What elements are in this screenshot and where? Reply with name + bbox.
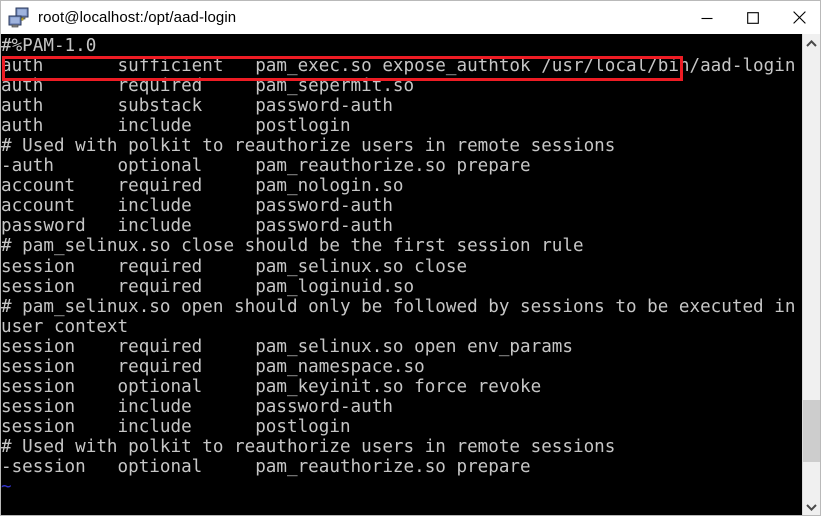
scroll-up-button[interactable] [803, 34, 820, 52]
terminal-line: session include password-auth [1, 396, 393, 417]
maximize-icon [747, 11, 759, 24]
window-title: root@localhost:/opt/aad-login [38, 9, 237, 26]
putty-terminal-window: root@localhost:/opt/aad-login #%PAM-1.0 a… [0, 0, 821, 516]
terminal-line: account include password-auth [1, 196, 393, 217]
close-icon [792, 11, 806, 24]
terminal-line: session required pam_selinux.so open env… [1, 336, 573, 357]
terminal-line: password include password-auth [1, 216, 393, 237]
terminal-line: -session optional pam_reauthorize.so pre… [1, 456, 531, 477]
terminal-line: account required pam_nologin.so [1, 176, 404, 197]
minimize-icon [701, 17, 713, 19]
title-bar[interactable]: root@localhost:/opt/aad-login [1, 1, 820, 34]
terminal-line: session include postlogin [1, 416, 351, 437]
terminal-line: #%PAM-1.0 [1, 36, 97, 56]
vim-empty-line-marker: ~ [1, 477, 12, 498]
terminal-line: session optional pam_keyinit.so force re… [1, 376, 542, 397]
terminal-screen[interactable]: #%PAM-1.0 auth sufficient pam_exec.so exp… [1, 34, 804, 515]
terminal-line: auth include postlogin [1, 116, 351, 137]
terminal-line: # pam_selinux.so open should only be fol… [1, 296, 804, 317]
vertical-scrollbar[interactable] [802, 34, 820, 515]
terminal-line: session required pam_selinux.so close [1, 256, 468, 277]
putty-network-icon [8, 7, 30, 29]
terminal-line: session required pam_loginuid.so [1, 276, 415, 297]
chevron-down-icon [806, 503, 817, 511]
chevron-up-icon [806, 39, 817, 47]
terminal-line: # Used with polkit to reauthorize users … [1, 436, 616, 457]
close-button[interactable] [776, 1, 820, 34]
terminal-line: -auth optional pam_reauthorize.so prepar… [1, 156, 531, 177]
terminal-text-buffer: #%PAM-1.0 auth sufficient pam_exec.so exp… [1, 36, 804, 515]
terminal-line: auth sufficient pam_exec.so expose_autht… [1, 56, 796, 77]
terminal-line: # Used with polkit to reauthorize users … [1, 136, 616, 157]
terminal-line: # pam_selinux.so close should be the fir… [1, 236, 584, 257]
minimize-button[interactable] [684, 1, 730, 34]
terminal-line: session required pam_namespace.so [1, 356, 425, 377]
scrollbar-track[interactable] [803, 52, 820, 498]
maximize-button[interactable] [730, 1, 776, 34]
terminal-line: auth substack password-auth [1, 96, 393, 117]
scroll-down-button[interactable] [803, 498, 820, 515]
terminal-line: user context [1, 316, 129, 337]
terminal-line: auth required pam_sepermit.so [1, 76, 415, 97]
scrollbar-thumb[interactable] [803, 399, 820, 463]
